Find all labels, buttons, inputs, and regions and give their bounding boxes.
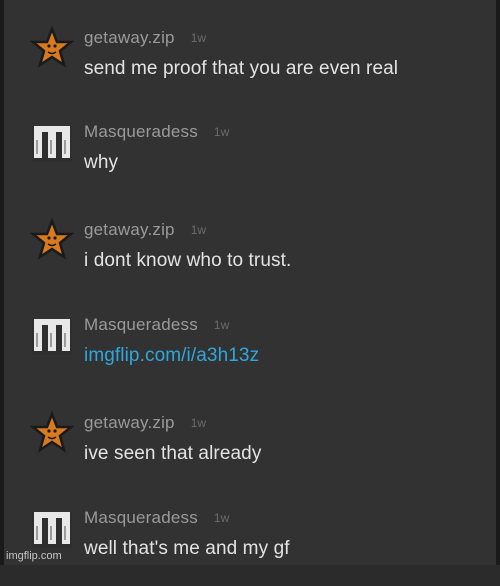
username[interactable]: Masqueradess [84,315,198,334]
chat-message: Masqueradess 1w why [28,120,498,200]
m-logo-icon[interactable] [30,506,74,550]
timestamp: 1w [213,318,230,332]
username[interactable]: getaway.zip [84,28,175,47]
message-header: getaway.zip 1w [84,413,206,433]
m-logo-icon[interactable] [30,313,74,357]
message-header: Masqueradess 1w [84,315,229,335]
message-text: why [84,152,119,173]
message-header: getaway.zip 1w [84,28,206,48]
message-text: i dont know who to trust. [84,250,292,271]
timestamp: 1w [213,511,230,525]
message-link[interactable]: imgflip.com/i/a3h13z [84,345,259,367]
message-header: getaway.zip 1w [84,220,206,240]
username[interactable]: getaway.zip [84,413,175,432]
chat-message: Masqueradess 1w imgflip.com/i/a3h13z [28,313,498,393]
username[interactable]: Masqueradess [84,508,198,527]
message-header: Masqueradess 1w [84,508,229,528]
chat-message: getaway.zip 1w send me proof that you are… [28,25,498,106]
star-icon[interactable] [29,410,75,455]
chat-message: Masqueradess 1w well that's me and my gf [28,506,498,586]
timestamp: 1w [190,31,207,45]
m-logo-icon[interactable] [30,120,74,164]
star-icon[interactable] [29,25,75,70]
chat-message: getaway.zip 1w i dont know who to trust. [28,217,498,298]
message-text: ive seen that already [84,443,262,464]
username[interactable]: getaway.zip [84,220,175,239]
username[interactable]: Masqueradess [84,122,198,141]
timestamp: 1w [213,125,230,139]
chat-message: getaway.zip 1w ive seen that already [28,410,498,491]
timestamp: 1w [190,223,207,237]
timestamp: 1w [190,416,207,430]
chat-window: getaway.zip 1w send me proof that you are… [0,0,500,565]
message-header: Masqueradess 1w [84,122,229,142]
message-text: send me proof that you are even real [84,58,399,79]
watermark: imgflip.com [6,550,62,562]
star-icon[interactable] [29,217,75,262]
message-text: well that's me and my gf [84,538,290,559]
